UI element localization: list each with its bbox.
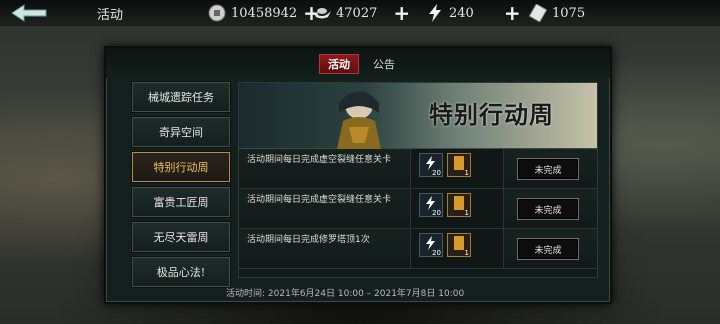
task-rewards: 20 1: [410, 189, 504, 228]
reward-count: 20: [432, 169, 441, 177]
reward-count: 1: [464, 169, 469, 177]
activity-sidebar: 械城遗踪任务 奇异空间 特别行动周 富贵工匠周 无尽天雷周 极品心法!: [132, 82, 232, 292]
sidebar-item-strange-space[interactable]: 奇异空间: [132, 117, 230, 147]
activity-time-label: 活动时间:: [226, 289, 266, 299]
task-rewards: 20 1: [410, 149, 504, 188]
lightning-icon[interactable]: 20: [419, 153, 443, 177]
reward-count: 1: [464, 249, 469, 257]
sidebar-item-mech-city[interactable]: 械城遗踪任务: [132, 82, 230, 112]
character-illustration: [337, 91, 381, 149]
event-banner: 特别行动周: [239, 83, 597, 149]
activity-content: 特别行动周 活动期间每日完成虚空裂缝任意关卡 20 1 未完成 活动期间每日完成…: [238, 82, 598, 278]
ingot-add-button[interactable]: +: [393, 3, 410, 23]
gold-ticket-icon[interactable]: 1: [447, 193, 471, 217]
task-row: 活动期间每日完成虚空裂缝任意关卡 20 1 未完成: [239, 189, 597, 229]
task-rewards: 20 1: [410, 229, 504, 268]
panel-tab-bar: 活动 公告: [106, 48, 610, 78]
ticket-value: 1075: [552, 5, 586, 21]
banner-title: 特别行动周: [429, 100, 554, 129]
reward-count: 20: [432, 249, 441, 257]
task-status-button[interactable]: 未完成: [517, 198, 579, 220]
sidebar-item-craftsman-week[interactable]: 富贵工匠周: [132, 187, 230, 217]
gold-ticket-icon[interactable]: 1: [447, 153, 471, 177]
task-list: 活动期间每日完成虚空裂缝任意关卡 20 1 未完成 活动期间每日完成虚空裂缝任意…: [239, 149, 597, 269]
task-description: 活动期间每日完成虚空裂缝任意关卡: [247, 195, 392, 205]
lightning-icon[interactable]: 20: [419, 193, 443, 217]
coin-icon: [207, 3, 227, 23]
activity-time-period: 2021年6月24日 10:00 – 2021年7月8日 10:00: [267, 289, 465, 299]
task-status-button[interactable]: 未完成: [517, 238, 579, 260]
ingot-value: 47027: [336, 5, 378, 21]
ticket-resource: 1075: [528, 2, 585, 24]
reward-count: 20: [432, 209, 441, 217]
page-title: 活动: [97, 8, 124, 23]
task-description: 活动期间每日完成修罗塔顶1次: [247, 235, 370, 245]
task-description: 活动期间每日完成虚空裂缝任意关卡: [247, 155, 392, 165]
activity-time: 活动时间: 2021年6月24日 10:00 – 2021年7月8日 10:00: [226, 286, 586, 299]
back-button[interactable]: [8, 2, 50, 24]
ingot-resource: 47027 +: [312, 2, 410, 24]
sidebar-item-mind-method[interactable]: 极品心法!: [132, 257, 230, 287]
sidebar-item-thunder-week[interactable]: 无尽天雷周: [132, 222, 230, 252]
ingot-icon: [312, 3, 332, 23]
activity-panel: 活动 公告 械城遗踪任务 奇异空间 特别行动周 富贵工匠周 无尽天雷周 极品心法…: [104, 46, 612, 304]
lightning-icon: [425, 3, 445, 23]
lightning-icon[interactable]: 20: [419, 233, 443, 257]
task-row: 活动期间每日完成修罗塔顶1次 20 1 未完成: [239, 229, 597, 269]
gold-ticket-icon[interactable]: 1: [447, 233, 471, 257]
back-arrow-icon: [11, 4, 47, 22]
reward-count: 1: [464, 209, 469, 217]
sidebar-item-special-week[interactable]: 特别行动周: [132, 152, 230, 182]
top-bar: 活动 10458942 + 47027 + 240 + 1075: [0, 0, 720, 26]
tab-activity[interactable]: 活动: [319, 54, 359, 74]
coin-value: 10458942: [231, 5, 298, 21]
task-row: 活动期间每日完成虚空裂缝任意关卡 20 1 未完成: [239, 149, 597, 189]
ticket-icon: [528, 3, 548, 23]
stamina-resource: 240 +: [425, 2, 521, 24]
task-status-button[interactable]: 未完成: [517, 158, 579, 180]
tab-announcement[interactable]: 公告: [366, 54, 402, 74]
coin-resource: 10458942 +: [207, 2, 320, 24]
stamina-add-button[interactable]: +: [504, 3, 521, 23]
stamina-value: 240: [449, 5, 474, 21]
